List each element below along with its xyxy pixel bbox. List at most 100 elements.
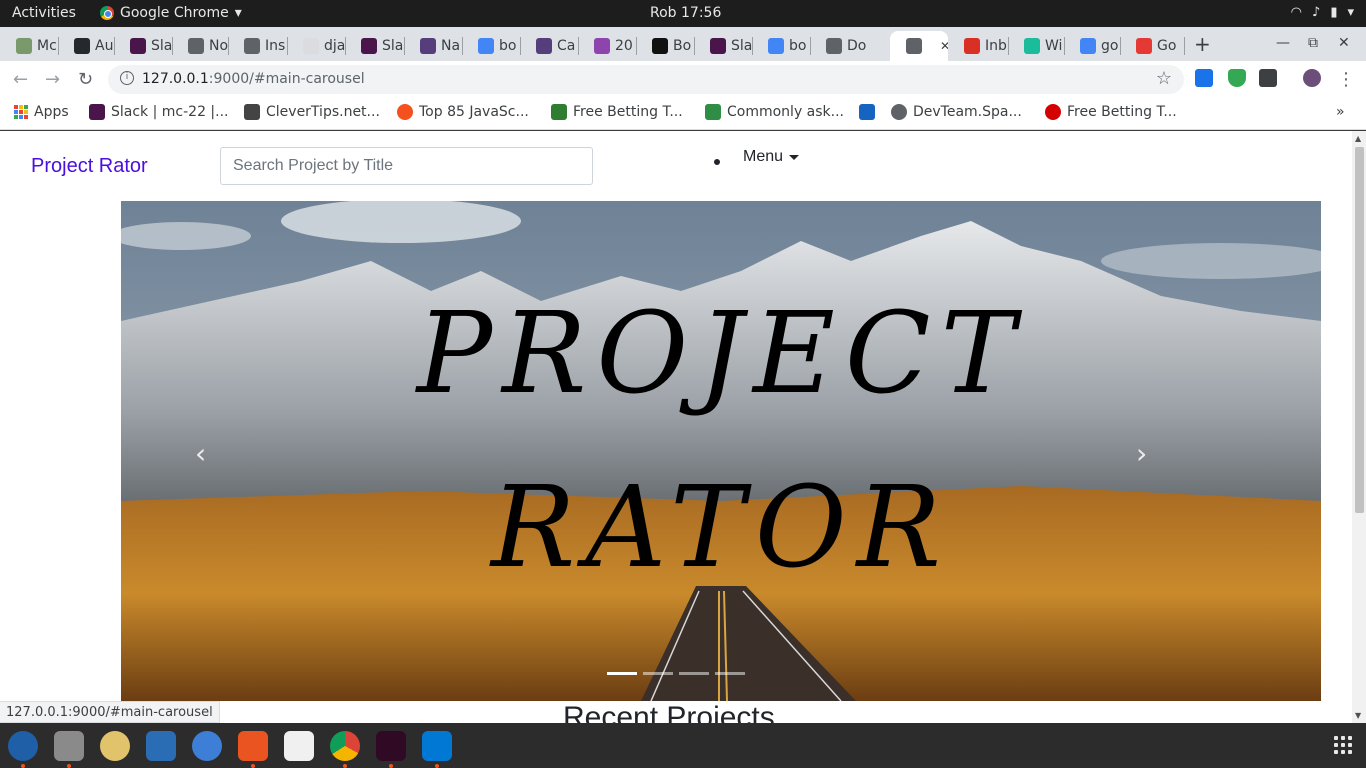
download-extension-icon[interactable]	[1195, 69, 1213, 87]
page-scrollbar[interactable]: ▲ ▼	[1352, 131, 1366, 723]
profile-avatar[interactable]	[1303, 69, 1321, 87]
bookmark-item[interactable]: Free Betting T...	[1045, 104, 1177, 120]
menu-dropdown-toggle[interactable]: Menu	[743, 148, 800, 166]
tab[interactable]: No	[172, 31, 228, 61]
tab[interactable]: Wi	[1008, 31, 1064, 61]
libreoffice-writer-icon[interactable]	[146, 731, 176, 761]
bookmark-item[interactable]: Free Betting T...	[551, 104, 683, 120]
clevertips-icon	[244, 104, 260, 120]
rhythmbox-icon[interactable]	[100, 731, 130, 761]
tab[interactable]: go	[1064, 31, 1120, 61]
address-bar[interactable]: i 127.0.0.1:9000/#main-carousel ☆	[108, 65, 1184, 94]
tab[interactable]: bo	[752, 31, 810, 61]
google-icon	[478, 38, 494, 54]
tab[interactable]: Na	[404, 31, 462, 61]
software-center-icon[interactable]	[238, 731, 268, 761]
carousel-indicators	[607, 672, 745, 675]
tab-label: Ca	[557, 38, 576, 54]
bookmark-item[interactable]: Top 85 JavaSc...	[397, 104, 529, 120]
tab-label: No	[209, 38, 228, 54]
chrome-icon[interactable]	[330, 731, 360, 761]
hero-title-line2: RATOR	[491, 463, 951, 593]
vscode-icon[interactable]	[422, 731, 452, 761]
bookmark-label: DevTeam.Spa...	[913, 104, 1022, 120]
tab[interactable]: Bo	[636, 31, 694, 61]
close-window-button[interactable]: ✕	[1338, 35, 1350, 51]
carousel-indicator[interactable]	[715, 672, 745, 675]
tab-label: bo	[499, 38, 517, 54]
chrome-icon	[100, 6, 114, 20]
running-indicator	[251, 764, 255, 768]
files-icon[interactable]	[54, 731, 84, 761]
new-tab-button[interactable]: +	[1194, 32, 1211, 56]
back-button[interactable]: ←	[13, 69, 28, 90]
menu-kebab-icon[interactable]: ⋮	[1337, 69, 1355, 90]
tab[interactable]: Do	[810, 31, 868, 61]
show-applications-icon[interactable]	[1334, 736, 1352, 754]
tab-label: 20	[615, 38, 633, 54]
running-indicator	[67, 764, 71, 768]
tab[interactable]: dja	[287, 31, 345, 61]
tab-label: Inb	[985, 38, 1007, 54]
system-tray[interactable]: ◠ ♪ ▮ ▾	[1291, 5, 1354, 20]
tab[interactable]: Ca	[520, 31, 578, 61]
ubuntu-dock	[0, 723, 1366, 768]
carousel-prev-button[interactable]: ‹	[195, 437, 206, 470]
codepen-icon	[652, 38, 668, 54]
info-icon[interactable]: i	[120, 71, 134, 85]
thunderbird-icon[interactable]	[8, 731, 38, 761]
more-bookmarks-chevron-icon[interactable]: »	[1336, 104, 1345, 120]
tab-label: Au	[95, 38, 114, 54]
maximize-button[interactable]: ⧉	[1308, 35, 1318, 51]
f-icon	[1136, 38, 1152, 54]
scroll-down-arrow-icon[interactable]: ▼	[1355, 711, 1361, 720]
clock[interactable]: Rob 17:56	[650, 5, 721, 21]
tab[interactable]: Ins	[228, 31, 287, 61]
tab[interactable]: Au	[58, 31, 114, 61]
minimize-button[interactable]: —	[1276, 35, 1290, 51]
slack-icon	[130, 38, 146, 54]
forward-button[interactable]: →	[45, 69, 60, 90]
building-icon	[244, 38, 260, 54]
bookmark-item[interactable]: Apps	[14, 104, 69, 120]
navbar-brand[interactable]: Project Rator	[31, 155, 148, 178]
search-input[interactable]	[220, 147, 593, 185]
cube-extension-icon[interactable]	[1259, 69, 1277, 87]
tab[interactable]: bo	[462, 31, 520, 61]
reload-button[interactable]: ↻	[78, 69, 93, 90]
bookmark-item[interactable]: DevTeam.Spa...	[891, 104, 1022, 120]
tab-active[interactable]: ✕	[890, 31, 948, 61]
tab[interactable]: Sla	[694, 31, 752, 61]
tab-label: go	[1101, 38, 1119, 54]
scrollbar-thumb[interactable]	[1355, 147, 1364, 513]
tab-label: dja	[324, 38, 345, 54]
red-circle-icon	[1045, 104, 1061, 120]
bookmark-item[interactable]: Commonly ask...	[705, 104, 844, 120]
help-icon[interactable]	[192, 731, 222, 761]
bookmark-item[interactable]: Slack | mc-22 |...	[89, 104, 229, 120]
activities-button[interactable]: Activities	[12, 5, 76, 21]
apps-grid-icon	[14, 105, 28, 119]
carousel-indicator[interactable]	[607, 672, 637, 675]
amazon-icon[interactable]	[284, 731, 314, 761]
tab[interactable]: Sla	[345, 31, 404, 61]
tab[interactable]: Go	[1120, 31, 1184, 61]
carousel-next-button[interactable]: ›	[1136, 437, 1147, 470]
app-menu[interactable]: Google Chrome ▾	[100, 5, 242, 21]
terminal-icon[interactable]	[376, 731, 406, 761]
slack-icon	[89, 104, 105, 120]
bookmark-item[interactable]: CleverTips.net...	[244, 104, 380, 120]
tab[interactable]: Sla	[114, 31, 172, 61]
tab[interactable]: Inb	[948, 31, 1008, 61]
bookmark-star-icon[interactable]: ☆	[1156, 68, 1172, 89]
tab[interactable]: 20	[578, 31, 636, 61]
close-tab-icon[interactable]: ✕	[940, 39, 948, 53]
slack-icon	[361, 38, 377, 54]
carousel-indicator[interactable]	[679, 672, 709, 675]
scroll-up-arrow-icon[interactable]: ▲	[1355, 134, 1361, 143]
tab[interactable]: Mc	[0, 31, 58, 61]
carousel-indicator[interactable]	[643, 672, 673, 675]
shield-extension-icon[interactable]	[1228, 69, 1246, 87]
bookmark-item[interactable]	[859, 104, 875, 120]
tab-separator	[1184, 37, 1185, 55]
